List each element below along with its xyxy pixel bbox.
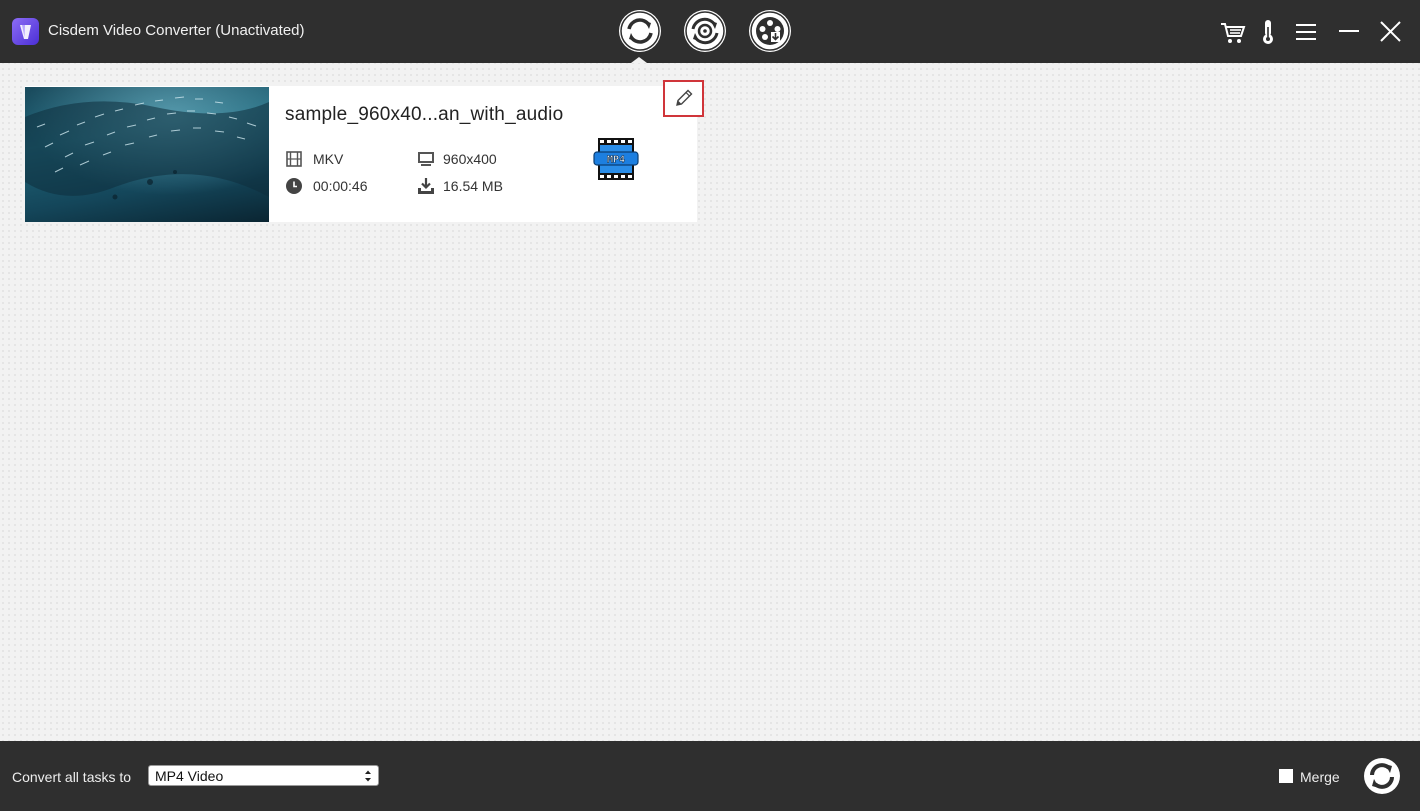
task-file-name: sample_960x40...an_with_audio — [285, 104, 564, 125]
output-format-select[interactable]: MP4 Video — [148, 765, 379, 786]
task-item-card[interactable]: sample_960x40...an_with_audio MKV 00:00:… — [25, 80, 704, 222]
monitor-icon — [417, 150, 435, 168]
container-format: MKV — [313, 151, 344, 167]
convert-icon — [1370, 763, 1394, 789]
video-thumbnail — [25, 87, 269, 222]
convert-all-label: Convert all tasks to — [12, 769, 132, 785]
film-icon — [285, 150, 303, 168]
output-format-icon[interactable]: MP4 — [593, 138, 639, 180]
app-logo-icon — [12, 18, 39, 45]
active-mode-indicator — [631, 57, 647, 63]
window-title: Cisdem Video Converter (Unactivated) — [48, 22, 305, 39]
download-mode-button[interactable] — [749, 10, 791, 52]
download-size-icon — [417, 177, 435, 195]
clock-icon — [285, 177, 303, 195]
thermometer-icon[interactable] — [1254, 18, 1282, 46]
format-badge-text: MP4 — [607, 155, 625, 166]
duration: 00:00:46 — [313, 178, 368, 194]
resolution: 960x400 — [443, 151, 497, 167]
selected-format: MP4 Video — [155, 768, 224, 784]
edit-button[interactable] — [663, 80, 704, 117]
menu-icon[interactable] — [1292, 18, 1320, 46]
convert-all-button[interactable] — [1364, 758, 1400, 794]
bottom-bar: Convert all tasks to MP4 Video Merge — [0, 741, 1420, 811]
cart-icon[interactable] — [1219, 18, 1247, 46]
file-size: 16.54 MB — [443, 178, 503, 194]
merge-label: Merge — [1300, 769, 1340, 785]
minimize-icon[interactable] — [1335, 18, 1363, 46]
close-icon[interactable] — [1377, 18, 1405, 46]
pencil-icon — [676, 89, 693, 106]
convert-mode-button[interactable] — [619, 10, 661, 52]
merge-checkbox[interactable] — [1279, 769, 1293, 783]
select-arrows-icon — [365, 770, 371, 782]
dvd-rip-mode-button[interactable] — [684, 10, 726, 52]
title-bar: Cisdem Video Converter (Unactivated) — [0, 0, 1420, 63]
